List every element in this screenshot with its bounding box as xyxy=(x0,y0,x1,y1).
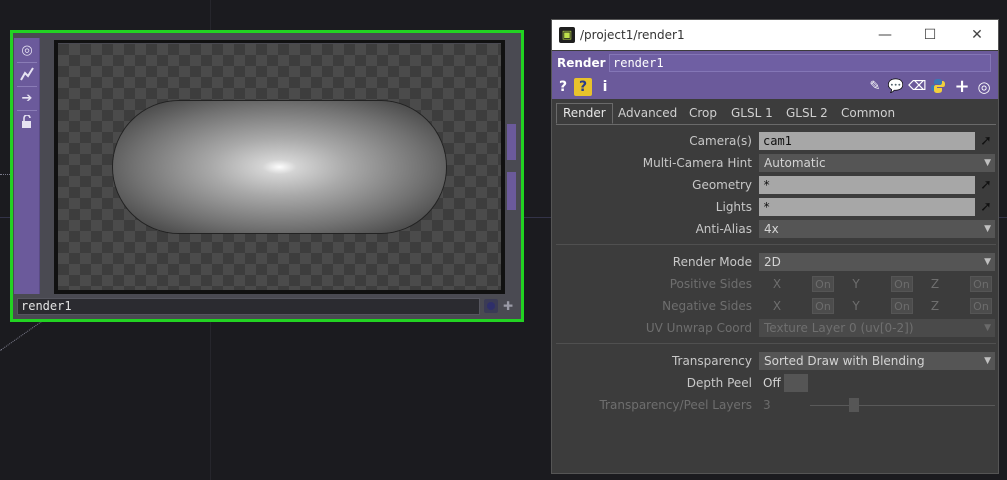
rendered-capsule-preview xyxy=(113,101,446,233)
render-mode-value: 2D xyxy=(764,255,781,269)
depth-peel-value: Off xyxy=(763,376,781,390)
close-button[interactable]: ✕ xyxy=(962,25,992,45)
peel-layers-slider-track[interactable] xyxy=(810,405,995,406)
tab-advanced[interactable]: Advanced xyxy=(612,104,683,123)
axis-z-label: Z xyxy=(930,277,940,291)
chevron-down-icon: ▼ xyxy=(984,257,991,267)
pin-icon[interactable]: ✚ xyxy=(501,299,515,313)
drag-reference-icon[interactable]: ➚ xyxy=(977,198,995,216)
maximize-button[interactable]: ☐ xyxy=(915,25,945,45)
transparency-value: Sorted Draw with Blending xyxy=(764,354,925,368)
positive-z-toggle[interactable]: On xyxy=(970,276,992,292)
drag-reference-icon[interactable]: ➚ xyxy=(977,132,995,150)
operator-help-icon[interactable]: ? xyxy=(574,78,592,96)
tab-common[interactable]: Common xyxy=(835,104,901,123)
help-icon[interactable]: ? xyxy=(554,78,572,96)
window-title: /project1/render1 xyxy=(580,28,685,42)
anti-alias-value: 4x xyxy=(764,222,779,236)
cameras-label: Camera(s) xyxy=(689,134,752,148)
axis-x-label: X xyxy=(772,299,782,313)
drag-reference-icon[interactable]: ➚ xyxy=(977,176,995,194)
touchdesigner-app-icon: ▣ xyxy=(559,27,575,43)
peel-layers-label: Transparency/Peel Layers xyxy=(599,398,752,412)
depth-peel-toggle[interactable] xyxy=(784,374,808,392)
chevron-down-icon: ▼ xyxy=(984,158,991,168)
node-name-label[interactable]: render1 xyxy=(17,298,480,315)
axis-y-label: Y xyxy=(852,277,860,291)
multi-camera-hint-menu[interactable]: Automatic ▼ xyxy=(759,154,995,172)
comment-icon[interactable]: 💬 xyxy=(887,78,905,96)
positive-x-toggle[interactable]: On xyxy=(812,276,834,292)
clear-icon[interactable]: ⌫ xyxy=(908,78,926,96)
section-divider xyxy=(556,244,996,245)
multi-camera-hint-value: Automatic xyxy=(764,156,826,170)
minimize-button[interactable]: — xyxy=(870,25,900,45)
edit-icon[interactable]: ✎ xyxy=(866,78,884,96)
parameter-tabs: Render Advanced Crop GLSL 1 GLSL 2 Commo… xyxy=(556,102,996,125)
axis-x-label: X xyxy=(772,277,782,291)
lock-icon[interactable] xyxy=(18,113,36,131)
lights-label: Lights xyxy=(715,200,752,214)
render-mode-menu[interactable]: 2D ▼ xyxy=(759,253,995,271)
peel-layers-field[interactable]: 3 xyxy=(763,396,771,414)
viewer-flag-icon[interactable] xyxy=(484,299,498,313)
node-viewer-toolbar: ◎ ➔ xyxy=(14,38,40,294)
section-divider xyxy=(556,343,996,344)
operator-type: Render xyxy=(557,56,606,70)
chevron-down-icon: ▼ xyxy=(984,323,991,333)
anti-alias-label: Anti-Alias xyxy=(695,222,752,236)
depth-peel-label: Depth Peel xyxy=(686,376,752,390)
tab-glsl-1[interactable]: GLSL 1 xyxy=(725,104,779,123)
add-icon[interactable]: + xyxy=(953,78,971,96)
chevron-down-icon: ▼ xyxy=(984,356,991,366)
chevron-down-icon: ▼ xyxy=(984,224,991,234)
transparency-label: Transparency xyxy=(671,354,752,368)
divider xyxy=(17,62,37,63)
anti-alias-menu[interactable]: 4x ▼ xyxy=(759,220,995,238)
positive-sides-label: Positive Sides xyxy=(669,277,752,291)
negative-y-toggle[interactable]: On xyxy=(891,298,913,314)
scroll-marker xyxy=(507,172,516,210)
divider xyxy=(17,86,37,87)
divider xyxy=(17,110,37,111)
uv-unwrap-label: UV Unwrap Coord xyxy=(645,321,752,335)
arrow-right-icon[interactable]: ➔ xyxy=(18,89,36,107)
operator-name-field[interactable]: render1 xyxy=(609,54,991,72)
graph-icon[interactable] xyxy=(18,65,36,83)
uv-unwrap-menu[interactable]: Texture Layer 0 (uv[0-2]) ▼ xyxy=(759,319,995,337)
negative-z-toggle[interactable]: On xyxy=(970,298,992,314)
axis-z-label: Z xyxy=(930,299,940,313)
transparency-menu[interactable]: Sorted Draw with Blending ▼ xyxy=(759,352,995,370)
geometry-label: Geometry xyxy=(692,178,752,192)
parameter-window: ▣ /project1/render1 — ☐ ✕ Render render1… xyxy=(551,19,999,474)
target-icon[interactable]: ◎ xyxy=(18,41,36,59)
peel-layers-slider-handle[interactable] xyxy=(849,398,859,412)
tab-render[interactable]: Render xyxy=(556,103,613,124)
scroll-marker xyxy=(507,124,516,160)
negative-sides-label: Negative Sides xyxy=(662,299,752,313)
uv-unwrap-value: Texture Layer 0 (uv[0-2]) xyxy=(764,321,914,335)
node-viewer-scrollbar[interactable] xyxy=(505,38,518,294)
positive-y-toggle[interactable]: On xyxy=(891,276,913,292)
cameras-field[interactable]: cam1 xyxy=(759,132,975,150)
multi-camera-hint-label: Multi-Camera Hint xyxy=(642,156,752,170)
lights-field[interactable]: * xyxy=(759,198,975,216)
axis-y-label: Y xyxy=(852,299,860,313)
python-icon[interactable] xyxy=(929,78,947,96)
parameter-toolbar: ? ? i ✎ 💬 ⌫ + ◎ xyxy=(552,75,998,99)
operator-header: Render render1 xyxy=(552,51,998,75)
render-mode-label: Render Mode xyxy=(672,255,752,269)
target-icon[interactable]: ◎ xyxy=(975,78,993,96)
tab-glsl-2[interactable]: GLSL 2 xyxy=(780,104,834,123)
geometry-field[interactable]: * xyxy=(759,176,975,194)
info-icon[interactable]: i xyxy=(596,78,614,96)
tab-crop[interactable]: Crop xyxy=(683,104,723,123)
negative-x-toggle[interactable]: On xyxy=(812,298,834,314)
window-titlebar[interactable]: ▣ /project1/render1 — ☐ ✕ xyxy=(552,20,998,50)
